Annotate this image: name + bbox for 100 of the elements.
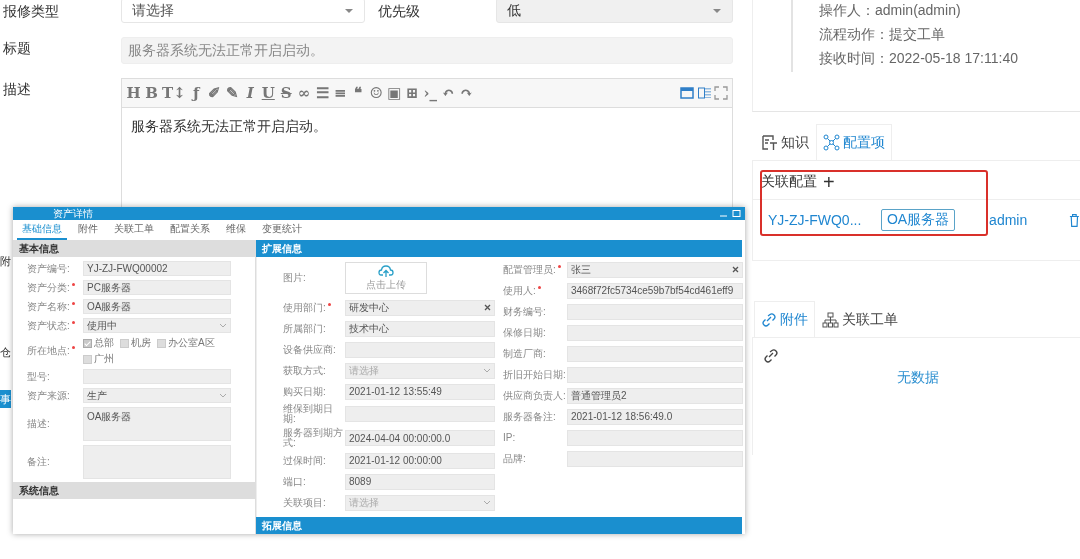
text-field[interactable]: 3468f72fc5734ce59b7bf54cd461eff9 [567,282,743,299]
section-header: 基本信息 [13,240,255,257]
field-label: 型号: [27,371,51,382]
toolbar-button[interactable]: I [242,84,258,102]
text-field[interactable] [567,303,743,320]
toolbar-button[interactable]: ƒ [188,84,204,102]
text-field[interactable] [567,429,743,446]
add-button[interactable]: + [823,172,835,192]
text-field[interactable]: 技术中心 [345,320,495,337]
text-field[interactable] [83,369,231,384]
toolbar-button[interactable]: ▣ [386,84,402,102]
field-label: 购买日期: [283,386,327,397]
action-button[interactable]: 事 [0,390,11,408]
toolbar-button[interactable]: T↕ [162,84,186,102]
text-field[interactable] [567,345,743,362]
toolbar-button[interactable]: H [126,84,141,102]
fullscreen-icon[interactable] [714,86,728,100]
toolbar-button[interactable]: ≡ [332,84,348,102]
text-field[interactable]: 2021-01-12 13:55:49 [345,383,495,400]
toolbar-button[interactable]: S [278,84,294,102]
section-header: 扩展信息 [256,240,742,257]
editor-text: 服务器系统无法正常开启启动。 [130,117,328,136]
tab[interactable]: 附件 [754,301,815,337]
field-label: 仓 [0,345,11,360]
tab[interactable]: 附件 [73,220,103,240]
text-field[interactable] [345,406,495,422]
select-field[interactable]: 生产 [83,388,231,403]
field-label: 使用人: [503,285,567,296]
checkbox[interactable] [157,338,166,348]
type-select[interactable]: 请选择 [121,0,365,23]
text-field[interactable] [567,366,743,383]
checkbox[interactable] [83,338,92,348]
checkbox-label: 总部 [94,336,114,350]
field-label: 标题 [3,39,32,58]
text-field[interactable] [567,450,743,467]
toolbar-button[interactable]: ☰ [314,84,330,102]
empty-message: 无数据 [896,369,940,387]
tab[interactable]: 知识 [754,124,816,160]
text-area[interactable] [83,445,231,479]
text-field[interactable]: 普通管理员2 [567,387,743,404]
section-title: 关联配置 [761,173,817,191]
field-label: 服务器到期方式: [283,428,344,448]
field-label: 制造厂商: [503,348,547,359]
toolbar-button[interactable]: B [144,84,159,102]
hierarchy-icon [822,311,839,328]
clear-icon[interactable] [732,266,739,273]
toolbar-button[interactable]: ∞ [296,84,312,102]
clear-icon[interactable] [484,304,491,311]
field-label: 描述 [3,80,32,99]
toolbar-button[interactable]: U [260,84,276,102]
title-field[interactable]: 服务器系统无法正常开启启动。 [121,37,733,64]
caret-icon [344,7,354,14]
text-field[interactable]: 2021-01-12 18:56:49.0 [567,408,743,425]
text-field[interactable] [567,324,743,341]
text-field[interactable]: PC服务器 [83,280,231,295]
tab[interactable]: 变更统计 [257,220,307,240]
field-label: 附 [0,254,11,269]
text-field[interactable]: 8089 [345,473,495,490]
toolbar-button[interactable]: ⊞ [404,84,420,102]
columns-icon[interactable] [697,86,711,100]
tab[interactable]: 配置项 [816,124,892,160]
toolbar-button[interactable]: ☺ [368,84,384,102]
trash-icon[interactable] [1069,212,1080,228]
field-label: 优先级 [377,2,421,21]
text-field[interactable] [345,341,495,358]
select-field[interactable]: 研发中心 [345,299,495,316]
field-label: 使用部门: [283,302,345,313]
field-label: IP: [503,432,517,443]
select-field[interactable]: 使用中 [83,318,231,333]
caret-icon [483,500,491,505]
checkbox[interactable] [83,354,92,364]
tab[interactable]: 维保 [221,220,251,240]
tab[interactable]: 关联工单 [815,301,905,337]
toolbar-button[interactable]: ✎ [224,84,240,102]
config-link[interactable]: YJ-ZJ-FWQ0... [768,212,881,228]
text-field[interactable]: 2024-04-04 00:00:00.0 [345,430,495,446]
upload-area[interactable]: 点击上传 [345,262,427,294]
network-icon [823,134,840,151]
history-text: 操作人：admin(admin) [819,2,962,20]
toolbar-button[interactable]: ›_ [422,84,438,102]
toolbar-button[interactable]: ✐ [206,84,222,102]
priority-select[interactable]: 低 [496,0,733,23]
text-field[interactable]: OA服务器 [83,299,231,314]
link-icon [763,348,779,364]
text-field[interactable]: 2021-01-12 00:00:00 [345,452,495,469]
text-area[interactable]: OA服务器 [83,407,231,441]
field-label: 资产名称: [27,301,83,312]
tab[interactable]: 配置关系 [165,220,215,240]
text-field[interactable]: YJ-ZJ-FWQ00002 [83,261,231,276]
checkbox[interactable] [120,338,129,348]
toolbar-button[interactable]: ❝ [350,84,366,102]
field-label: 资产来源: [27,390,71,401]
toolbar-button[interactable]: ↶ [440,84,456,102]
window-icon[interactable] [680,86,694,100]
field-label: 获取方式: [283,365,327,376]
link-icon [761,311,777,328]
field-label: 过保时间: [283,455,327,466]
select-field[interactable]: 张三 [567,261,743,278]
maximize-icon[interactable] [732,209,741,218]
toolbar-button[interactable]: ↷ [458,84,474,102]
